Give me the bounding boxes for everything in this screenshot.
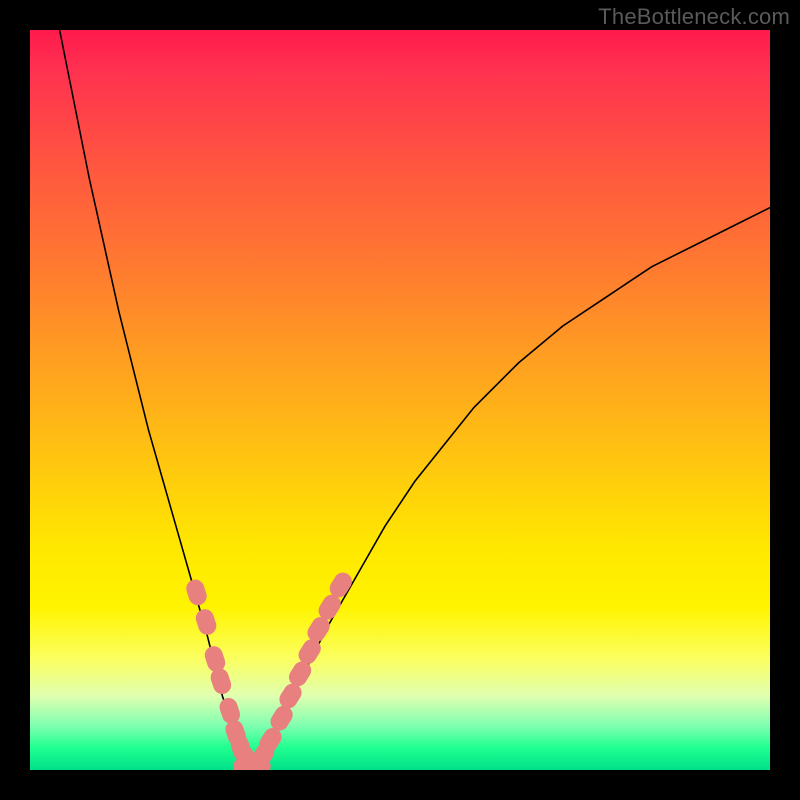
right-branch-curve xyxy=(252,208,770,770)
curve-layer xyxy=(60,30,770,770)
data-marker xyxy=(241,757,271,770)
curve-svg xyxy=(30,30,770,770)
watermark-text: TheBottleneck.com xyxy=(598,4,790,30)
marker-layer xyxy=(184,569,355,770)
data-marker xyxy=(194,607,219,637)
chart-frame: TheBottleneck.com xyxy=(0,0,800,800)
data-marker xyxy=(184,577,209,607)
plot-area xyxy=(30,30,770,770)
